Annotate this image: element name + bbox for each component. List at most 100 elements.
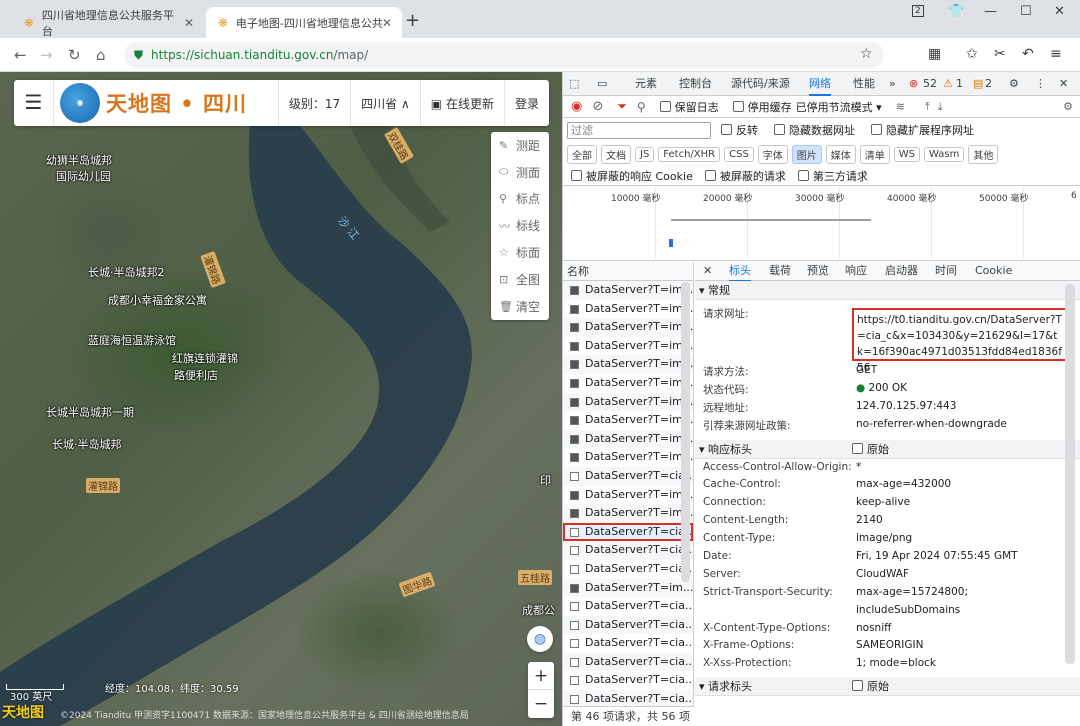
type-filter-doc[interactable]: 文档 [601, 144, 631, 164]
login-button[interactable]: 登录 [505, 95, 549, 112]
request-row[interactable]: DataServer?T=im... [563, 281, 693, 300]
type-filter-media[interactable]: 媒体 [825, 144, 856, 164]
address-bar[interactable]: ⛊ https://sichuan.tianditu.gov.cn /map/ [124, 42, 884, 68]
request-row[interactable]: DataServer?T=im... [563, 392, 693, 412]
request-row[interactable]: DataServer?T=im... [563, 486, 693, 505]
detail-tab-preview[interactable]: 预览 [807, 262, 829, 280]
more-options-icon[interactable]: ⋮ [1035, 72, 1046, 96]
window-close-icon[interactable]: ✕ [1054, 4, 1065, 19]
preserve-log-checkbox[interactable]: 保留日志 [659, 99, 719, 115]
detail-tab-cookie[interactable]: Cookie [975, 262, 1012, 280]
request-headers-section-header[interactable]: ▾ 请求标头 原始 [695, 677, 1080, 697]
clear-icon[interactable]: ⊘ [592, 99, 603, 114]
invert-checkbox[interactable]: 反转 [721, 122, 758, 138]
tab-network[interactable]: 网络 [809, 72, 831, 96]
wifi-icon[interactable]: ≋ [896, 100, 905, 113]
hamburger-menu-icon[interactable]: ☰ [14, 80, 54, 126]
type-filter-js[interactable]: JS [635, 146, 655, 162]
zoom-in-button[interactable]: + [528, 662, 554, 690]
forward-icon[interactable]: → [40, 46, 53, 64]
request-row[interactable]: DataServer?T=im... [563, 337, 693, 356]
detail-tab-initiator[interactable]: 启动器 [885, 262, 918, 280]
full-extent-tool[interactable]: ⊡ 全图 [491, 266, 549, 293]
network-timeline[interactable]: 10000 毫秒 20000 毫秒 30000 毫秒 40000 毫秒 5000… [563, 187, 1080, 261]
error-count[interactable]: 52 [923, 72, 937, 96]
raw-checkbox[interactable]: 原始 [852, 440, 889, 459]
type-filter-font[interactable]: 字体 [757, 144, 788, 164]
mark-point-tool[interactable]: ⚲ 标点 [491, 186, 549, 213]
minimize-icon[interactable]: — [984, 4, 997, 19]
detail-tab-response[interactable]: 响应 [845, 262, 867, 280]
device-toolbar-icon[interactable]: ▭ [597, 72, 607, 96]
detail-tab-timing[interactable]: 时间 [935, 262, 957, 280]
warning-count[interactable]: 1 [956, 72, 963, 96]
request-row[interactable]: DataServer?T=im... [563, 374, 693, 393]
raw-checkbox[interactable]: 原始 [852, 677, 889, 696]
globe-view-button[interactable]: ◍ [527, 626, 553, 652]
request-list-scrollbar[interactable] [681, 282, 690, 582]
general-section-header[interactable]: ▾ 常规 [695, 281, 1080, 300]
download-icon[interactable]: ⤓ [938, 100, 943, 114]
search-icon[interactable]: ⚲ [637, 100, 646, 114]
disable-cache-checkbox[interactable]: 停用缓存 [732, 99, 792, 115]
map-view[interactable]: ☰ ◉ 天地图 • 四川 级别：17 四川省 ∧ ▣ 在线更新 登录 ✎ 测距 ⬭… [0, 72, 562, 726]
filter-input[interactable]: 过滤 [567, 121, 711, 139]
detail-tab-payload[interactable]: 载荷 [769, 262, 791, 280]
zoom-out-button[interactable]: − [528, 690, 554, 718]
record-icon[interactable]: ◉ [571, 99, 582, 114]
request-row[interactable]: DataServer?T=cia... [563, 541, 693, 560]
online-update-button[interactable]: ▣ 在线更新 [421, 95, 504, 112]
tab-count-icon[interactable]: 2 [912, 5, 924, 17]
mark-line-tool[interactable]: 〰标线 [491, 212, 549, 239]
detail-scrollbar[interactable] [1065, 284, 1075, 664]
shirt-icon[interactable]: 👕 [948, 4, 964, 19]
request-row[interactable]: DataServer?T=im... [563, 411, 693, 430]
type-filter-all[interactable]: 全部 [567, 144, 597, 164]
reload-icon[interactable]: ↻ [68, 46, 81, 64]
home-icon[interactable]: ⌂ [96, 46, 106, 64]
inspect-icon[interactable]: ⬚ [569, 72, 579, 96]
tab-console[interactable]: 控制台 [679, 72, 712, 96]
request-row[interactable]: DataServer?T=im... [563, 504, 693, 523]
type-filter-wasm[interactable]: Wasm [924, 146, 965, 162]
tab-performance[interactable]: 性能 [853, 72, 875, 96]
maximize-icon[interactable]: ☐ [1020, 4, 1032, 19]
apps-grid-icon[interactable]: ▦ [928, 46, 941, 62]
cut-icon[interactable]: ✂ [994, 46, 1006, 62]
type-filter-img[interactable]: 图片 [791, 144, 822, 164]
new-tab-icon[interactable]: + [405, 10, 420, 31]
request-row[interactable]: DataServer?T=cia... [563, 615, 693, 635]
back-icon[interactable]: ← [14, 46, 27, 64]
close-icon[interactable]: ✕ [184, 16, 194, 30]
tab-elements[interactable]: 元素 [635, 72, 657, 96]
response-headers-section-header[interactable]: ▾ 响应标头 原始 [695, 439, 1080, 459]
type-filter-fetch[interactable]: Fetch/XHR [658, 146, 721, 162]
hide-extension-urls-checkbox[interactable]: 隐藏扩展程序网址 [871, 122, 974, 138]
request-row[interactable]: DataServer?T=cia... [563, 634, 693, 653]
upload-icon[interactable]: ⤒ [925, 100, 930, 114]
blocked-request-checkbox[interactable]: 被屏蔽的请求 [704, 168, 786, 184]
menu-icon[interactable]: ≡ [1050, 46, 1062, 62]
close-detail-icon[interactable]: ✕ [703, 262, 712, 280]
request-row[interactable]: DataServer?T=im... [563, 429, 693, 449]
request-row[interactable]: DataServer?T=cia... [563, 466, 693, 486]
detail-tab-headers[interactable]: 标头 [729, 262, 751, 282]
throttle-select[interactable]: 已停用节流模式 ▾ [796, 99, 882, 115]
favorites-icon[interactable]: ✩ [966, 46, 978, 62]
browser-tab-1[interactable]: ❋ 四川省地理信息公共服务平台 ✕ [12, 7, 204, 38]
clear-tool[interactable]: 🗑 清空 [491, 293, 549, 320]
hide-data-urls-checkbox[interactable]: 隐藏数据网址 [774, 122, 855, 138]
request-row[interactable]: DataServer?T=im... [563, 300, 693, 319]
close-devtools-icon[interactable]: ✕ [1059, 72, 1068, 96]
type-filter-ws[interactable]: WS [893, 146, 921, 162]
request-row[interactable]: DataServer?T=im... [563, 355, 693, 374]
tab-sources[interactable]: 源代码/来源 [731, 72, 790, 96]
type-filter-css[interactable]: CSS [724, 146, 754, 162]
request-row[interactable]: DataServer?T=im... [563, 578, 693, 598]
settings-gear-icon[interactable]: ⚙ [1009, 72, 1019, 96]
blocked-response-cookie-checkbox[interactable]: 被屏蔽的响应 Cookie [571, 168, 693, 184]
request-row[interactable]: DataServer?T=cia... [563, 597, 693, 616]
bookmark-star-icon[interactable]: ☆ [860, 46, 873, 62]
mark-area-tool[interactable]: ☆ 标面 [491, 239, 549, 266]
type-filter-manifest[interactable]: 清单 [859, 144, 890, 164]
